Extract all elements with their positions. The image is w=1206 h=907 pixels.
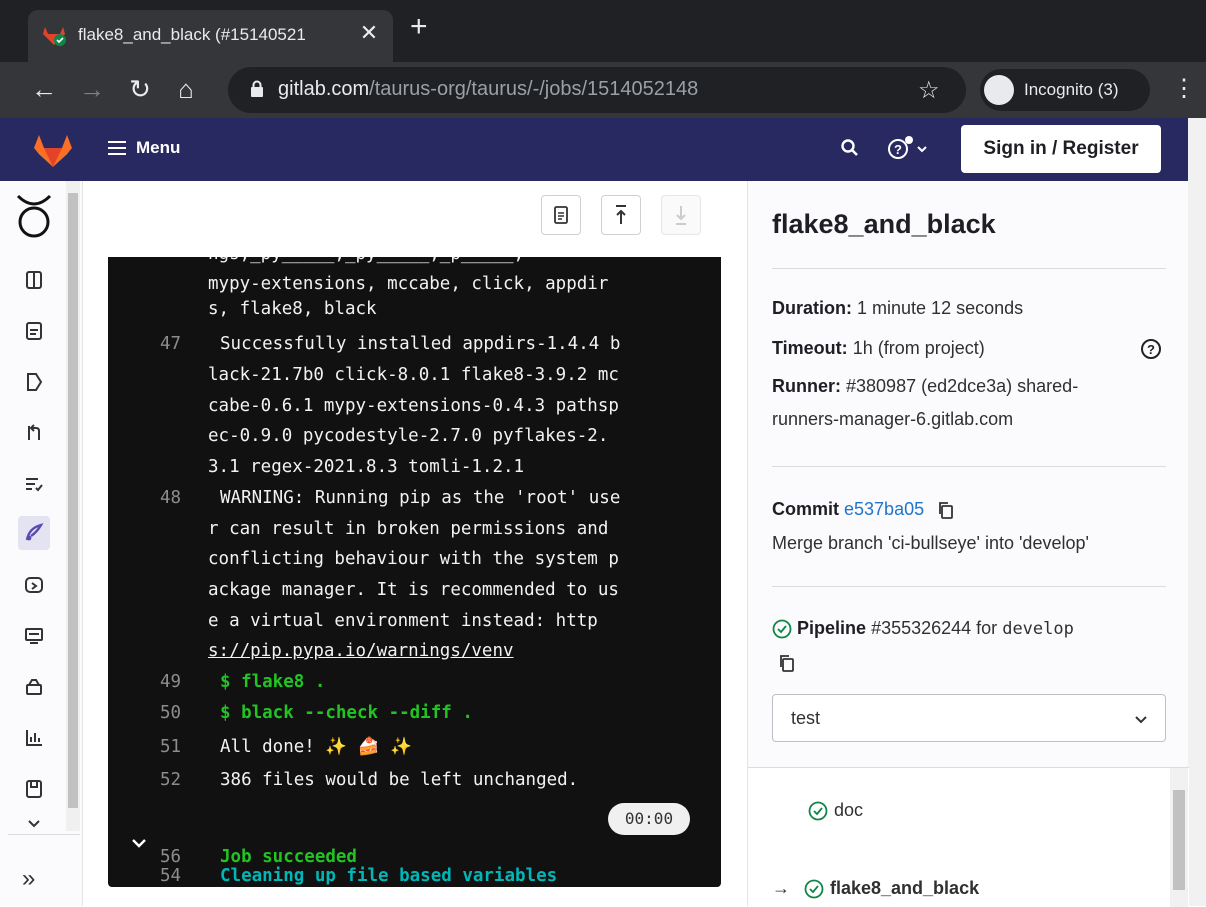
project-avatar-icon[interactable] xyxy=(14,193,54,241)
url-text: gitlab.com/taurus-org/taurus/-/jobs/1514… xyxy=(278,78,699,100)
scroll-to-top-button[interactable] xyxy=(601,195,641,235)
pipeline-ref[interactable]: develop xyxy=(1002,619,1074,639)
ci-cd-icon[interactable] xyxy=(18,516,50,550)
sidebar-scroll-thumb[interactable] xyxy=(68,193,78,808)
commit-row: Commit e537ba05 xyxy=(772,494,955,525)
scroll-bottom-icon xyxy=(676,206,686,225)
home-icon[interactable]: ⌂ xyxy=(170,74,202,104)
help-dropdown-icon[interactable]: ? xyxy=(886,135,934,163)
commit-message: Merge branch 'ci-bullseye' into 'develop… xyxy=(772,533,1089,553)
status-success-icon xyxy=(808,801,828,820)
job-list-item-doc[interactable]: doc xyxy=(808,800,863,821)
browser-tab-strip: flake8_and_black (#15140521 ✕ + xyxy=(0,0,1206,62)
forward-icon[interactable]: → xyxy=(76,74,108,104)
lock-icon xyxy=(251,80,263,97)
back-icon[interactable]: ← xyxy=(28,74,60,104)
close-tab-icon[interactable]: ✕ xyxy=(354,20,384,46)
menu-label: Menu xyxy=(136,138,181,157)
status-success-icon xyxy=(804,879,824,898)
show-raw-log-button[interactable] xyxy=(541,195,581,235)
current-job-arrow-icon: → xyxy=(772,878,790,898)
scroll-more-chevron-icon[interactable] xyxy=(18,813,50,833)
scroll-top-icon xyxy=(616,205,626,224)
divider xyxy=(772,466,1166,467)
pipeline-id[interactable]: #355326244 for xyxy=(871,618,997,638)
job-title: flake8_and_black xyxy=(772,209,996,239)
chevron-down-icon xyxy=(1135,716,1147,724)
tab-title: flake8_and_black (#15140521 xyxy=(78,25,306,44)
wiki-icon[interactable] xyxy=(18,772,50,806)
job-duration: Duration: 1 minute 12 seconds xyxy=(772,298,1024,318)
requirements-icon[interactable] xyxy=(18,467,50,501)
browser-menu-icon[interactable]: ⋮ xyxy=(1172,74,1196,103)
job-timeout: Timeout: 1h (from project) xyxy=(772,338,985,358)
job-runner: Runner: #380987 (ed2dce3a) shared- xyxy=(772,376,1079,396)
copy-commit-icon[interactable] xyxy=(937,500,955,520)
chevron-down-icon[interactable] xyxy=(130,830,148,863)
log-section-header[interactable]: 54 Cleaning up file based variables 00:00 xyxy=(108,799,721,886)
stage-select[interactable]: test xyxy=(772,694,1166,742)
analytics-icon[interactable] xyxy=(18,721,50,755)
sign-in-register-button[interactable]: Sign in / Register xyxy=(961,125,1161,173)
bookmark-star-icon[interactable]: ☆ xyxy=(918,76,940,105)
packages-icon[interactable] xyxy=(18,670,50,704)
question-icon[interactable]: ? xyxy=(1140,338,1162,360)
gitlab-logo-icon[interactable] xyxy=(33,134,73,168)
gitlab-favicon-icon xyxy=(43,27,66,46)
page-scrollbar[interactable] xyxy=(1188,118,1206,906)
copy-ref-icon[interactable] xyxy=(778,653,796,673)
menu-button[interactable]: Menu xyxy=(108,138,180,158)
job-name: doc xyxy=(834,800,864,820)
stage-jobs-list: doc → flake8_and_black xyxy=(748,767,1189,907)
monitor-icon[interactable] xyxy=(18,619,50,653)
incognito-icon xyxy=(984,75,1014,105)
incognito-label: Incognito (3) xyxy=(1024,80,1119,99)
job-log: ngs,_py_____,_py_____,_p_____, mypy-exte… xyxy=(108,257,721,887)
browser-tab[interactable]: flake8_and_black (#15140521 ✕ xyxy=(28,10,393,62)
merge-requests-icon[interactable] xyxy=(18,416,50,450)
pipeline-row: Pipeline #355326244 for develop xyxy=(772,613,1074,645)
deployments-icon[interactable] xyxy=(18,568,50,602)
job-list-item-flake8-and-black[interactable]: → flake8_and_black xyxy=(772,878,979,899)
job-sidebar: flake8_and_black Duration: 1 minute 12 s… xyxy=(747,181,1189,907)
sidebar-divider xyxy=(8,834,80,835)
svg-text:?: ? xyxy=(894,142,902,157)
address-bar[interactable]: gitlab.com/taurus-org/taurus/-/jobs/1514… xyxy=(228,67,966,113)
commit-sha-link[interactable]: e537ba05 xyxy=(844,499,924,519)
jobs-list-scrollbar[interactable] xyxy=(1170,768,1188,907)
stage-select-value: test xyxy=(791,708,821,728)
gitlab-header: Menu ? Sign in / Register xyxy=(0,118,1188,181)
incognito-indicator[interactable]: Incognito (3) xyxy=(980,69,1150,111)
scroll-to-bottom-button[interactable] xyxy=(661,195,701,235)
reload-icon[interactable]: ↻ xyxy=(124,74,156,104)
repository-icon[interactable] xyxy=(18,314,50,348)
jobs-list-scroll-thumb[interactable] xyxy=(1173,790,1185,890)
divider xyxy=(772,268,1166,269)
project-sidebar: » xyxy=(0,181,83,906)
divider xyxy=(772,586,1166,587)
section-duration-badge: 00:00 xyxy=(608,803,690,835)
job-runner-host: runners-manager-6.gitlab.com xyxy=(772,409,1014,429)
search-icon[interactable] xyxy=(840,138,860,158)
collapse-sidebar-icon[interactable]: » xyxy=(22,865,35,893)
job-name: flake8_and_black xyxy=(830,878,980,898)
new-tab-icon[interactable]: + xyxy=(410,12,428,42)
browser-toolbar: ← → ↻ ⌂ gitlab.com/taurus-org/taurus/-/j… xyxy=(0,62,1206,118)
raw-log-icon xyxy=(554,206,568,224)
pipeline-status-success-icon[interactable] xyxy=(772,619,792,639)
issues-icon[interactable] xyxy=(18,365,50,399)
svg-text:?: ? xyxy=(1147,342,1155,357)
sidebar-scrollbar[interactable] xyxy=(66,181,80,831)
hamburger-icon xyxy=(108,141,126,155)
project-overview-icon[interactable] xyxy=(18,263,50,297)
